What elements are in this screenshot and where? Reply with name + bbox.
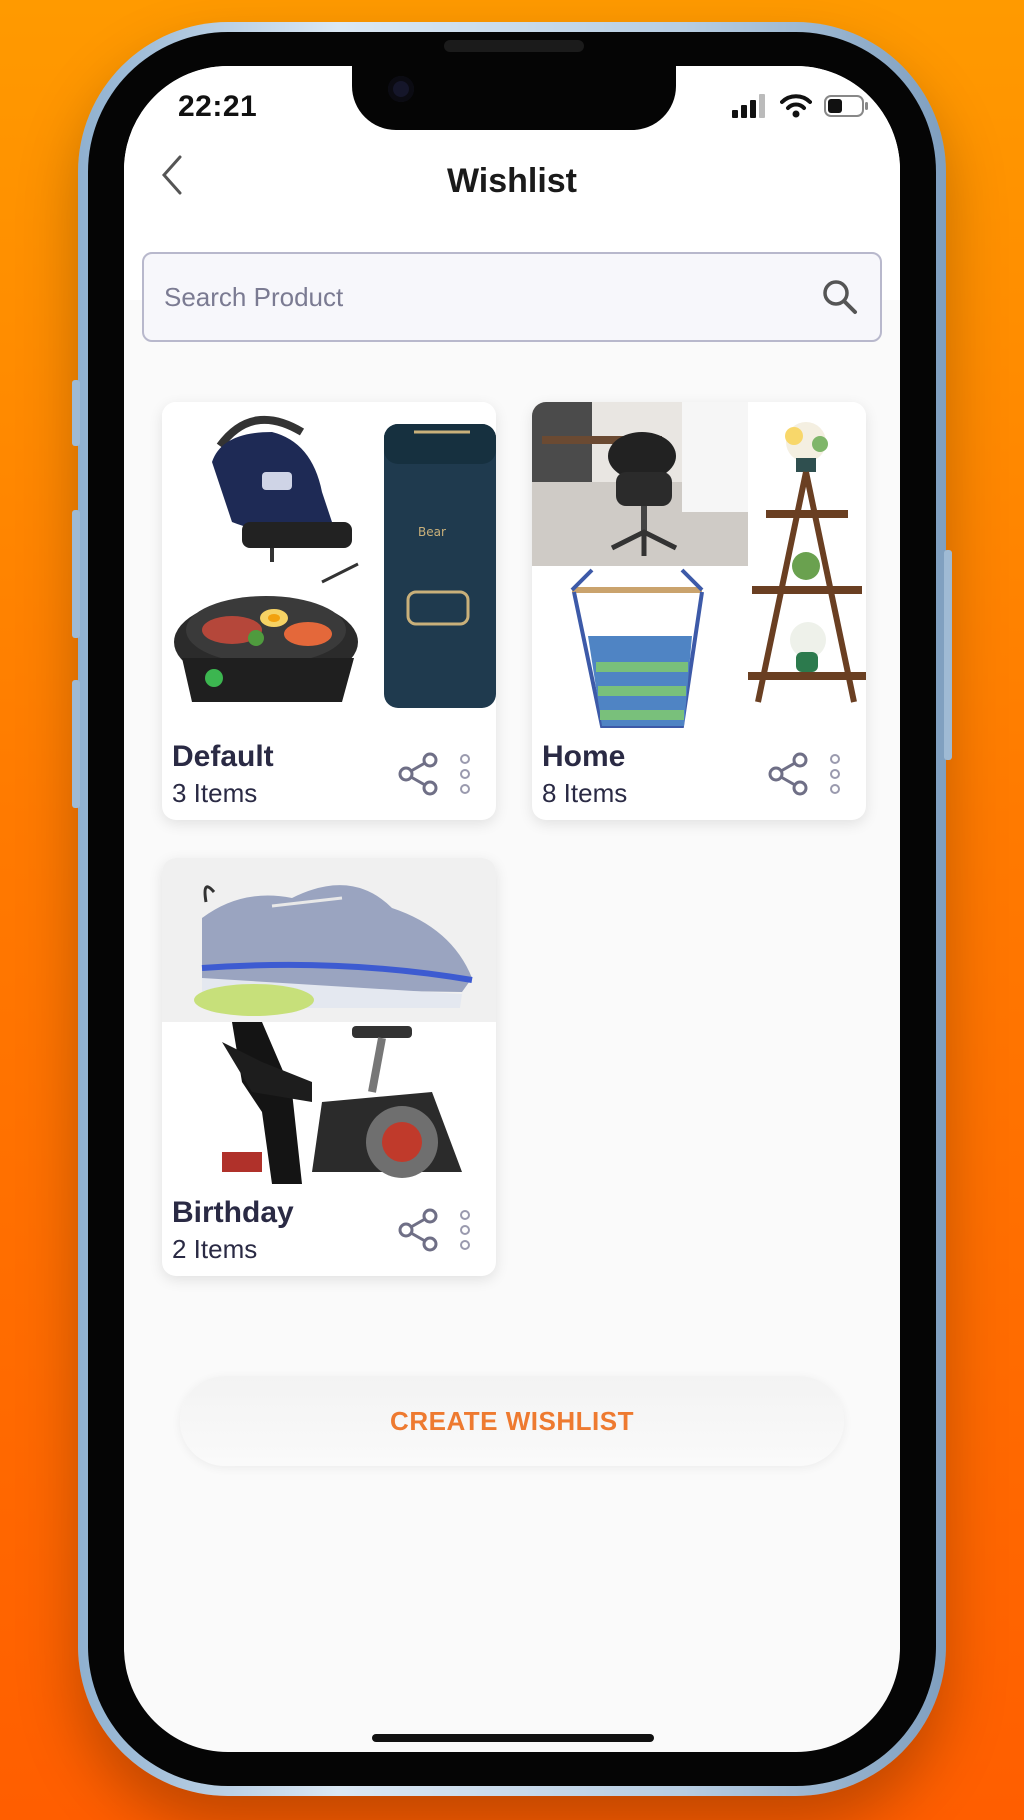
- share-button[interactable]: [766, 752, 810, 796]
- power-button: [944, 550, 952, 760]
- battery-icon: [824, 95, 868, 117]
- more-dot-icon: [460, 1210, 470, 1220]
- more-dot-icon: [460, 769, 470, 779]
- product-image-hammock-chair: [532, 566, 748, 728]
- search-icon: [823, 280, 857, 314]
- wishlist-item-count: 2 Items: [172, 1234, 258, 1264]
- more-dot-icon: [460, 1240, 470, 1250]
- wishlist-item-count: 3 Items: [172, 778, 258, 808]
- cellular-signal-icon: [732, 94, 765, 118]
- share-icon: [398, 1208, 438, 1252]
- status-icons: [732, 94, 870, 118]
- wifi-icon: [780, 94, 812, 118]
- search-input[interactable]: [164, 281, 820, 313]
- mute-switch: [72, 380, 80, 446]
- product-image-rice-cooker: Bear: [380, 402, 496, 728]
- earpiece-speaker: [444, 40, 584, 52]
- create-wishlist-button[interactable]: CREATE WISHLIST: [180, 1376, 844, 1466]
- status-time: 22:21: [178, 90, 258, 123]
- volume-down-button: [72, 680, 80, 808]
- more-options-button[interactable]: [454, 1206, 476, 1254]
- search-bar: [142, 252, 882, 342]
- wishlist-name: Default: [172, 740, 274, 773]
- product-image-exercise-bike: [162, 1022, 496, 1184]
- wishlist-thumbnails: Bear: [162, 402, 496, 728]
- share-button[interactable]: [396, 752, 440, 796]
- share-icon: [398, 752, 438, 796]
- wishlist-name: Home: [542, 740, 626, 773]
- wishlist-card-home[interactable]: Home 8 Items: [532, 402, 866, 820]
- more-options-button[interactable]: [824, 750, 846, 798]
- more-dot-icon: [460, 784, 470, 794]
- volume-up-button: [72, 510, 80, 638]
- product-image-office-chair: [532, 402, 748, 566]
- wishlist-thumbnails: [532, 402, 866, 728]
- wishlist-item-count: 8 Items: [542, 778, 628, 808]
- search-button[interactable]: [820, 277, 860, 317]
- product-image-car-seat: [162, 402, 372, 562]
- app-screen: 22:21 Wishlist Search Product Bear Defau…: [124, 66, 900, 1752]
- share-icon: [768, 752, 808, 796]
- more-dot-icon: [830, 784, 840, 794]
- more-dot-icon: [460, 1225, 470, 1235]
- more-dot-icon: [830, 754, 840, 764]
- product-image-sneaker: [162, 858, 496, 1022]
- svg-text:Bear: Bear: [418, 525, 446, 539]
- more-options-button[interactable]: [454, 750, 476, 798]
- wishlist-card-default[interactable]: Bear Default 3 Items: [162, 402, 496, 820]
- wishlist-thumbnails: [162, 858, 496, 1184]
- product-image-plant-stand: [748, 402, 866, 728]
- front-camera-icon: [388, 76, 414, 102]
- more-dot-icon: [460, 754, 470, 764]
- more-dot-icon: [830, 769, 840, 779]
- home-indicator[interactable]: [372, 1734, 654, 1742]
- wishlist-card-birthday[interactable]: Birthday 2 Items: [162, 858, 496, 1276]
- page-title: Wishlist: [446, 162, 578, 200]
- wishlist-name: Birthday: [172, 1196, 294, 1229]
- share-button[interactable]: [396, 1208, 440, 1252]
- product-image-electric-grill: [162, 562, 372, 728]
